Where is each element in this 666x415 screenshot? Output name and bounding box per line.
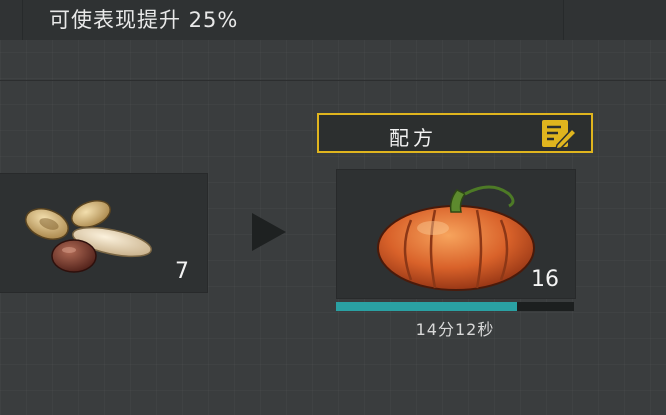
input-item-count: 7 xyxy=(175,259,189,284)
progress-bar xyxy=(336,302,574,311)
pumpkin-icon xyxy=(377,185,535,291)
input-item-slot[interactable]: 7 xyxy=(0,173,208,293)
play-arrow-icon xyxy=(252,213,286,251)
seeds-icon xyxy=(25,200,152,273)
divider xyxy=(0,80,666,81)
recipe-edit-icon xyxy=(542,120,577,149)
craft-timer: 14分12秒 xyxy=(415,320,495,339)
bonus-banner: 可使表现提升 25% xyxy=(22,0,564,40)
recipe-label: 配方 xyxy=(389,126,437,150)
output-item-slot[interactable]: 16 xyxy=(336,169,576,299)
recipe-button[interactable]: 配方 xyxy=(317,113,593,153)
output-item-count: 16 xyxy=(531,267,559,292)
progress-fill xyxy=(336,302,517,311)
bonus-text: 可使表现提升 25% xyxy=(49,8,239,32)
